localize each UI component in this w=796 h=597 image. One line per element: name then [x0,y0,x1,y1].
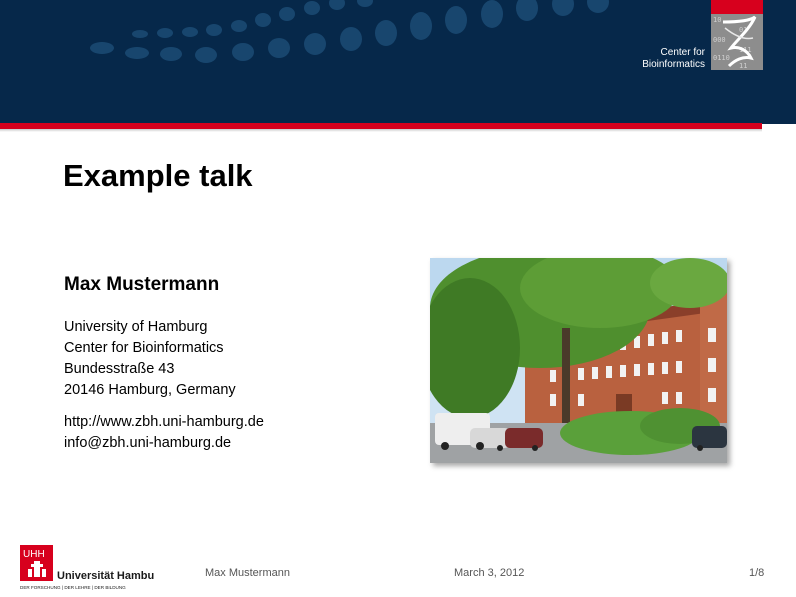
footer-author: Max Mustermann [205,567,290,579]
institute-name: Center for Bioinformatics [642,47,705,71]
logo-digit: 10 [713,16,721,24]
institute-line-1: Center for [660,47,705,58]
building-photo [430,258,727,463]
uhh-logo-text: UHH [23,549,45,560]
contact-block: http://www.zbh.uni-hamburg.de info@zbh.u… [64,412,264,454]
author-name: Max Mustermann [64,274,220,295]
header-banner: Center for Bioinformatics 10 01 000 111 0110… [0,0,796,124]
website-link[interactable]: http://www.zbh.uni-hamburg.de [64,412,264,433]
logo-digit: 11 [739,62,747,70]
university-tagline: DER FORSCHUNG | DER LEHRE | DER BILDUNG [20,585,126,590]
address-line: 20146 Hamburg, Germany [64,382,236,398]
address-line: Bundesstraße 43 [64,361,175,377]
address-line: Center for Bioinformatics [64,340,224,356]
university-logo: UHH Universität Hamburg DER FORSCHUNG | … [20,545,155,590]
page-number: 1/8 [749,567,765,579]
university-name: Universität Hamburg [57,570,155,582]
email-link[interactable]: info@zbh.uni-hamburg.de [64,433,264,454]
address-line: University of Hamburg [64,319,208,335]
slide-title: Example talk [63,158,253,193]
logo-digit: 0110 [713,54,730,62]
institute-line-2: Bioinformatics [642,59,705,70]
accent-line-shadow [0,129,762,132]
address-block: University of Hamburg Center for Bioinfo… [64,317,236,401]
footer-date: March 3, 2012 [454,567,525,579]
zbh-logo: 1001000111011011 [711,0,763,70]
logo-digit: 000 [713,36,726,44]
